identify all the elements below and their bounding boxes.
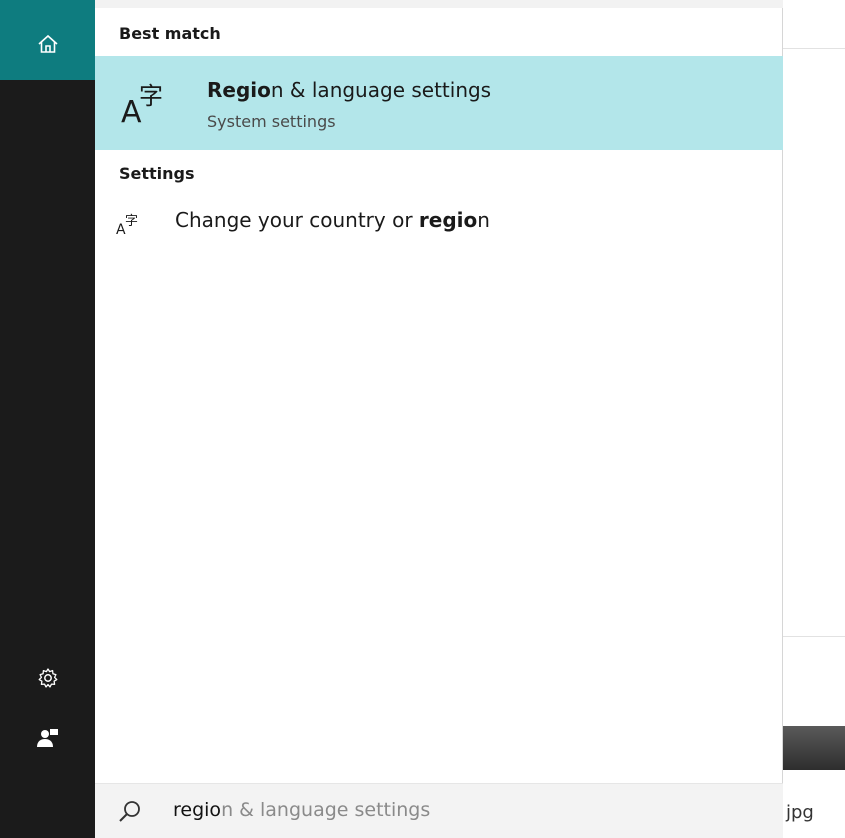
background-dark-bar (783, 726, 845, 770)
best-match-title: Region & language settings (207, 78, 491, 102)
settings-result-suffix: n (477, 208, 490, 232)
search-typed-text: regio (173, 799, 222, 821)
best-match-subtitle: System settings (207, 112, 336, 131)
svg-text:字: 字 (125, 214, 138, 229)
settings-result-item[interactable]: A 字 Change your country or region (95, 196, 783, 252)
search-input[interactable]: region & language settings (173, 799, 430, 821)
left-rail (0, 0, 95, 838)
settings-result-label: Change your country or region (175, 208, 490, 232)
background-divider (783, 636, 845, 637)
search-icon (119, 801, 140, 822)
settings-result-bold: regio (418, 208, 478, 232)
search-box[interactable]: region & language settings (95, 783, 783, 838)
home-button[interactable] (0, 0, 95, 80)
best-match-title-bold: Regio (207, 78, 271, 102)
results-panel: Best match A 字 Region & language setting… (95, 0, 783, 838)
home-icon (37, 34, 58, 53)
settings-heading: Settings (119, 164, 195, 183)
settings-button[interactable] (0, 648, 95, 708)
start-search-window: Best match A 字 Region & language setting… (0, 0, 845, 838)
background-divider (783, 48, 845, 49)
gear-icon (38, 668, 57, 688)
search-autocomplete-text: n & language settings (221, 799, 431, 821)
settings-result-prefix: Change your country or (175, 208, 419, 232)
best-match-heading: Best match (119, 24, 221, 43)
panel-top-strip (95, 0, 783, 8)
language-icon: A 字 (121, 82, 163, 128)
svg-text:字: 字 (139, 82, 163, 110)
best-match-result[interactable]: A 字 Region & language settings System se… (95, 56, 783, 150)
user-icon (36, 729, 58, 747)
background-window (783, 0, 845, 838)
account-button[interactable] (0, 708, 95, 768)
language-icon: A 字 (116, 214, 138, 238)
best-match-title-rest: n & language settings (270, 78, 492, 102)
background-file-label: jpg (786, 802, 814, 823)
